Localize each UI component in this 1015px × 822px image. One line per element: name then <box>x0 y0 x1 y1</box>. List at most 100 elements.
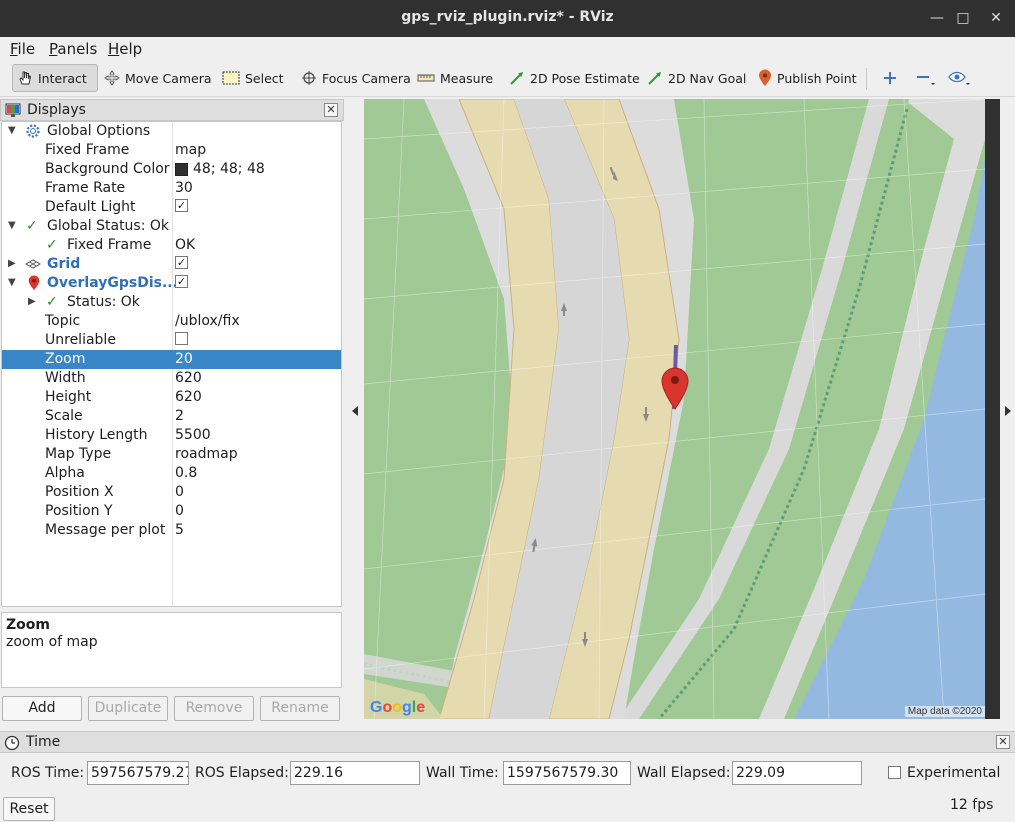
ros-elapsed-label: ROS Elapsed: <box>195 765 289 781</box>
time-panel-header: Time ✕ <box>0 731 1015 753</box>
duplicate-button[interactable]: Duplicate <box>88 696 168 721</box>
move-camera-tool[interactable]: Move Camera <box>100 64 216 92</box>
displays-button-row: Add Duplicate Remove Rename <box>0 696 344 722</box>
tree-row-global-options[interactable]: ▼ Global Options <box>2 122 341 141</box>
tree-row-position-y[interactable]: Position Y 0 <box>2 502 341 521</box>
window-title: gps_rviz_plugin.rviz* - RViz <box>401 9 614 25</box>
view-tool-button[interactable] <box>944 64 976 92</box>
rename-button[interactable]: Rename <box>260 696 340 721</box>
tree-row-map-type[interactable]: Map Type roadmap <box>2 445 341 464</box>
measure-tool[interactable]: Measure <box>413 64 497 92</box>
expand-arrow-icon[interactable]: ▼ <box>8 220 16 231</box>
left-splitter[interactable] <box>344 99 364 725</box>
reset-button[interactable]: Reset <box>3 797 55 821</box>
render-view[interactable]: Google Map data ©2020 <box>364 99 985 719</box>
plus-icon <box>884 72 896 84</box>
add-button[interactable]: Add <box>2 696 82 721</box>
property-description: Zoom zoom of map <box>1 612 342 688</box>
green-arrow-icon <box>648 72 661 85</box>
menu-bar: File Panels Help <box>0 37 1015 59</box>
displays-tree: ▼ Global Options Fixed Frame map Backgro… <box>1 121 342 607</box>
ros-elapsed-field[interactable]: 229.16 <box>290 761 420 785</box>
default-light-checkbox[interactable]: ✓ <box>175 199 188 212</box>
render-view-border <box>985 99 1000 719</box>
time-panel: Time ✕ ROS Time: 597567579.27 ROS Elapse… <box>0 731 1015 822</box>
tree-row-fixed-frame[interactable]: Fixed Frame map <box>2 141 341 160</box>
close-icon[interactable]: ✕ <box>984 6 1008 30</box>
monitor-icon <box>5 103 21 117</box>
tree-row-default-light[interactable]: Default Light ✓ <box>2 198 341 217</box>
select-tool[interactable]: Select <box>218 64 288 92</box>
ros-time-field[interactable]: 597567579.27 <box>87 761 189 785</box>
tree-row-width[interactable]: Width 620 <box>2 369 341 388</box>
interact-tool[interactable]: Interact <box>12 64 98 92</box>
toolbar: Interact Move Camera Select Focus Camera… <box>0 59 1015 97</box>
tree-row-unreliable[interactable]: Unreliable <box>2 331 341 350</box>
tree-row-overlay-gps[interactable]: ▼ OverlayGpsDis... ✓ <box>2 274 341 293</box>
map-overlay: Google <box>364 99 985 719</box>
collapse-arrow-icon[interactable]: ▶ <box>8 258 16 269</box>
unreliable-checkbox[interactable] <box>175 332 188 345</box>
check-icon: ✓ <box>26 218 38 234</box>
tree-row-height[interactable]: Height 620 <box>2 388 341 407</box>
collapse-left-icon[interactable] <box>352 406 358 416</box>
tree-row-message-per-plot[interactable]: Message per plot 5 <box>2 521 341 540</box>
green-arrow-icon <box>510 72 523 85</box>
publish-point-tool[interactable]: Publish Point <box>754 64 861 92</box>
grid-checkbox[interactable]: ✓ <box>175 256 188 269</box>
menu-panels[interactable]: Panels <box>49 40 97 58</box>
remove-tool-button[interactable] <box>911 64 939 92</box>
tree-row-topic[interactable]: Topic /ublox/fix <box>2 312 341 331</box>
menu-file[interactable]: File <box>10 40 35 58</box>
remove-button[interactable]: Remove <box>174 696 254 721</box>
clock-icon <box>4 735 20 751</box>
expand-arrow-icon[interactable]: ▼ <box>8 277 16 288</box>
wall-time-label: Wall Time: <box>426 765 499 781</box>
tree-row-status[interactable]: ▶ ✓ Status: Ok <box>2 293 341 312</box>
google-logo: Google <box>370 699 425 716</box>
displays-panel-header: Displays ✕ <box>0 99 344 121</box>
check-icon: ✓ <box>46 237 58 253</box>
right-splitter[interactable] <box>1000 99 1015 725</box>
add-tool-button[interactable] <box>878 64 902 92</box>
collapse-right-icon[interactable] <box>1005 406 1011 416</box>
collapse-arrow-icon[interactable]: ▶ <box>28 296 36 307</box>
wall-elapsed-label: Wall Elapsed: <box>637 765 731 781</box>
nav-goal-tool[interactable]: 2D Nav Goal <box>643 64 750 92</box>
eye-icon <box>948 71 970 85</box>
map-pin-icon <box>28 275 40 291</box>
rviz-window: gps_rviz_plugin.rviz* - RViz — □ ✕ File … <box>0 0 1015 822</box>
tree-row-history-length[interactable]: History Length 5500 <box>2 426 341 445</box>
move-camera-icon <box>104 70 120 86</box>
close-time-panel-icon[interactable]: ✕ <box>996 735 1010 749</box>
color-swatch[interactable] <box>175 162 188 176</box>
close-panel-icon[interactable]: ✕ <box>324 103 338 117</box>
check-icon: ✓ <box>46 294 58 310</box>
tree-row-position-x[interactable]: Position X 0 <box>2 483 341 502</box>
gear-icon <box>26 124 40 138</box>
pose-estimate-tool[interactable]: 2D Pose Estimate <box>505 64 644 92</box>
expand-arrow-icon[interactable]: ▼ <box>8 125 16 136</box>
ruler-icon <box>417 74 435 82</box>
tree-row-frame-rate[interactable]: Frame Rate 30 <box>2 179 341 198</box>
fps-readout: 12 fps <box>950 797 994 813</box>
menu-help[interactable]: Help <box>108 40 142 58</box>
wall-time-field[interactable]: 1597567579.30 <box>503 761 631 785</box>
wall-elapsed-field[interactable]: 229.09 <box>732 761 862 785</box>
tree-row-zoom[interactable]: Zoom 20 <box>2 350 341 369</box>
maximize-icon[interactable]: □ <box>951 6 975 30</box>
minimize-icon[interactable]: — <box>925 6 949 30</box>
focus-camera-icon <box>302 71 316 85</box>
tree-row-alpha[interactable]: Alpha 0.8 <box>2 464 341 483</box>
focus-camera-tool[interactable]: Focus Camera <box>297 64 415 92</box>
tree-row-global-status[interactable]: ▼ ✓ Global Status: Ok <box>2 217 341 236</box>
map-pin-icon <box>759 69 771 86</box>
overlay-checkbox[interactable]: ✓ <box>175 275 188 288</box>
hand-icon <box>19 71 32 85</box>
tree-row-grid[interactable]: ▶ Grid ✓ <box>2 255 341 274</box>
toolbar-separator <box>866 68 867 90</box>
experimental-checkbox[interactable] <box>888 766 901 779</box>
tree-row-scale[interactable]: Scale 2 <box>2 407 341 426</box>
tree-row-status-fixed-frame[interactable]: ✓ Fixed Frame OK <box>2 236 341 255</box>
tree-row-background-color[interactable]: Background Color 48; 48; 48 <box>2 160 341 179</box>
